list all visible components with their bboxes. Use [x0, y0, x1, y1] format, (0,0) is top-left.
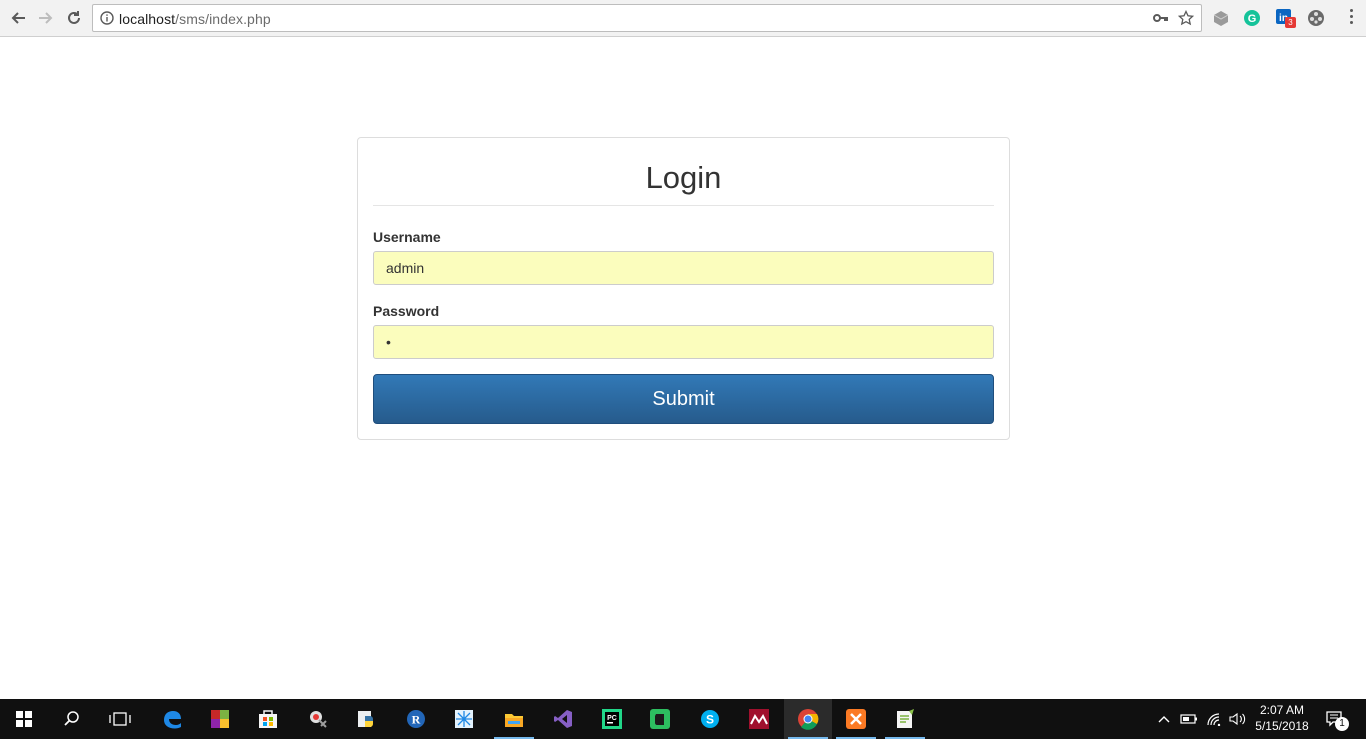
mendeley-icon [749, 709, 769, 729]
search-button[interactable] [48, 699, 96, 739]
title-divider [373, 205, 994, 206]
login-panel: Login Username admin Password • Submit [357, 137, 1010, 440]
taskbar-tracker[interactable] [440, 699, 488, 739]
taskbar-r[interactable]: R [392, 699, 440, 739]
browser-toolbar: localhost/sms/index.php G in 3 [0, 0, 1366, 37]
taskbar-evernote[interactable] [636, 699, 684, 739]
taskbar-clock[interactable]: 2:07 AM 5/15/2018 [1250, 702, 1314, 734]
battery-icon [1180, 714, 1197, 724]
start-button[interactable] [0, 699, 48, 739]
speaker-icon [1229, 712, 1246, 726]
extension-gray-icon[interactable] [1211, 8, 1231, 28]
taskbar-xampp[interactable] [832, 699, 880, 739]
reload-button[interactable] [62, 6, 86, 30]
taskbar-winrar[interactable] [196, 699, 244, 739]
taskbar-snipping[interactable] [294, 699, 342, 739]
back-arrow-icon [11, 12, 25, 24]
info-icon[interactable] [100, 11, 114, 25]
notepadpp-icon [897, 709, 914, 728]
windows-start-icon [16, 711, 32, 727]
url-host: localhost [119, 11, 176, 27]
taskbar-notepadpp[interactable] [881, 699, 929, 739]
linkedin-badge: 3 [1285, 17, 1296, 28]
pycharm-icon: PC [602, 709, 622, 729]
reload-icon [68, 11, 80, 24]
address-bar[interactable]: localhost/sms/index.php [92, 4, 1202, 32]
wifi-icon [1207, 713, 1221, 726]
taskbar-store[interactable] [244, 699, 292, 739]
task-view-icon [109, 712, 131, 726]
linkedin-icon[interactable]: in 3 [1275, 8, 1296, 28]
network-button[interactable] [1204, 699, 1226, 739]
password-label: Password [373, 303, 440, 319]
file-explorer-icon [505, 714, 523, 727]
taskbar-chrome[interactable] [784, 699, 832, 739]
snipping-icon [310, 711, 327, 728]
clock-time: 2:07 AM [1259, 703, 1305, 717]
notification-count: 1 [1335, 717, 1349, 731]
evernote-icon [650, 709, 670, 729]
url-path: /sms/index.php [175, 11, 271, 27]
tracker-icon [455, 710, 473, 728]
taskbar-mendeley[interactable] [735, 699, 783, 739]
svg-text:G: G [1248, 13, 1257, 25]
taskbar-file-explorer[interactable] [490, 699, 538, 739]
forward-button[interactable] [34, 6, 58, 30]
battery-button[interactable] [1178, 699, 1200, 739]
login-title: Login [645, 160, 722, 195]
search-icon [64, 711, 79, 726]
back-button[interactable] [6, 6, 30, 30]
taskbar-pycharm[interactable]: PC [588, 699, 636, 739]
store-icon [259, 710, 277, 728]
winrar-icon [211, 710, 229, 728]
r-icon: R [407, 710, 425, 728]
windows-taskbar: R PC S 2:07 AM 5/15/2018 1 [0, 699, 1366, 739]
taskbar-python[interactable] [342, 699, 390, 739]
python-icon [358, 711, 373, 727]
clock-date: 5/15/2018 [1255, 719, 1309, 733]
key-icon[interactable] [1153, 11, 1169, 25]
username-label: Username [373, 229, 441, 245]
svg-text:PC: PC [607, 715, 617, 722]
show-hidden-icons-button[interactable] [1155, 699, 1173, 739]
grammarly-icon[interactable]: G [1242, 8, 1262, 28]
chrome-icon [798, 709, 819, 730]
xampp-icon [846, 709, 866, 729]
edge-icon [164, 711, 181, 729]
password-input[interactable]: • [373, 325, 994, 359]
chevron-up-icon [1158, 716, 1170, 723]
url-text: localhost/sms/index.php [119, 11, 271, 27]
svg-text:S: S [706, 713, 714, 727]
chrome-menu-icon[interactable] [1350, 9, 1354, 27]
taskbar-visual-studio[interactable] [539, 699, 587, 739]
volume-button[interactable] [1227, 699, 1249, 739]
visual-studio-icon [554, 710, 572, 728]
username-input[interactable]: admin [373, 251, 994, 285]
taskbar-edge[interactable] [148, 699, 196, 739]
extension-film-icon[interactable] [1306, 8, 1326, 28]
task-view-button[interactable] [96, 699, 144, 739]
taskbar-skype[interactable]: S [686, 699, 734, 739]
bookmark-star-icon[interactable] [1178, 10, 1194, 26]
forward-arrow-icon [39, 12, 53, 24]
action-center-button[interactable]: 1 [1320, 699, 1350, 739]
skype-icon: S [701, 710, 719, 728]
svg-text:R: R [412, 713, 421, 727]
submit-button[interactable]: Submit [373, 374, 994, 424]
